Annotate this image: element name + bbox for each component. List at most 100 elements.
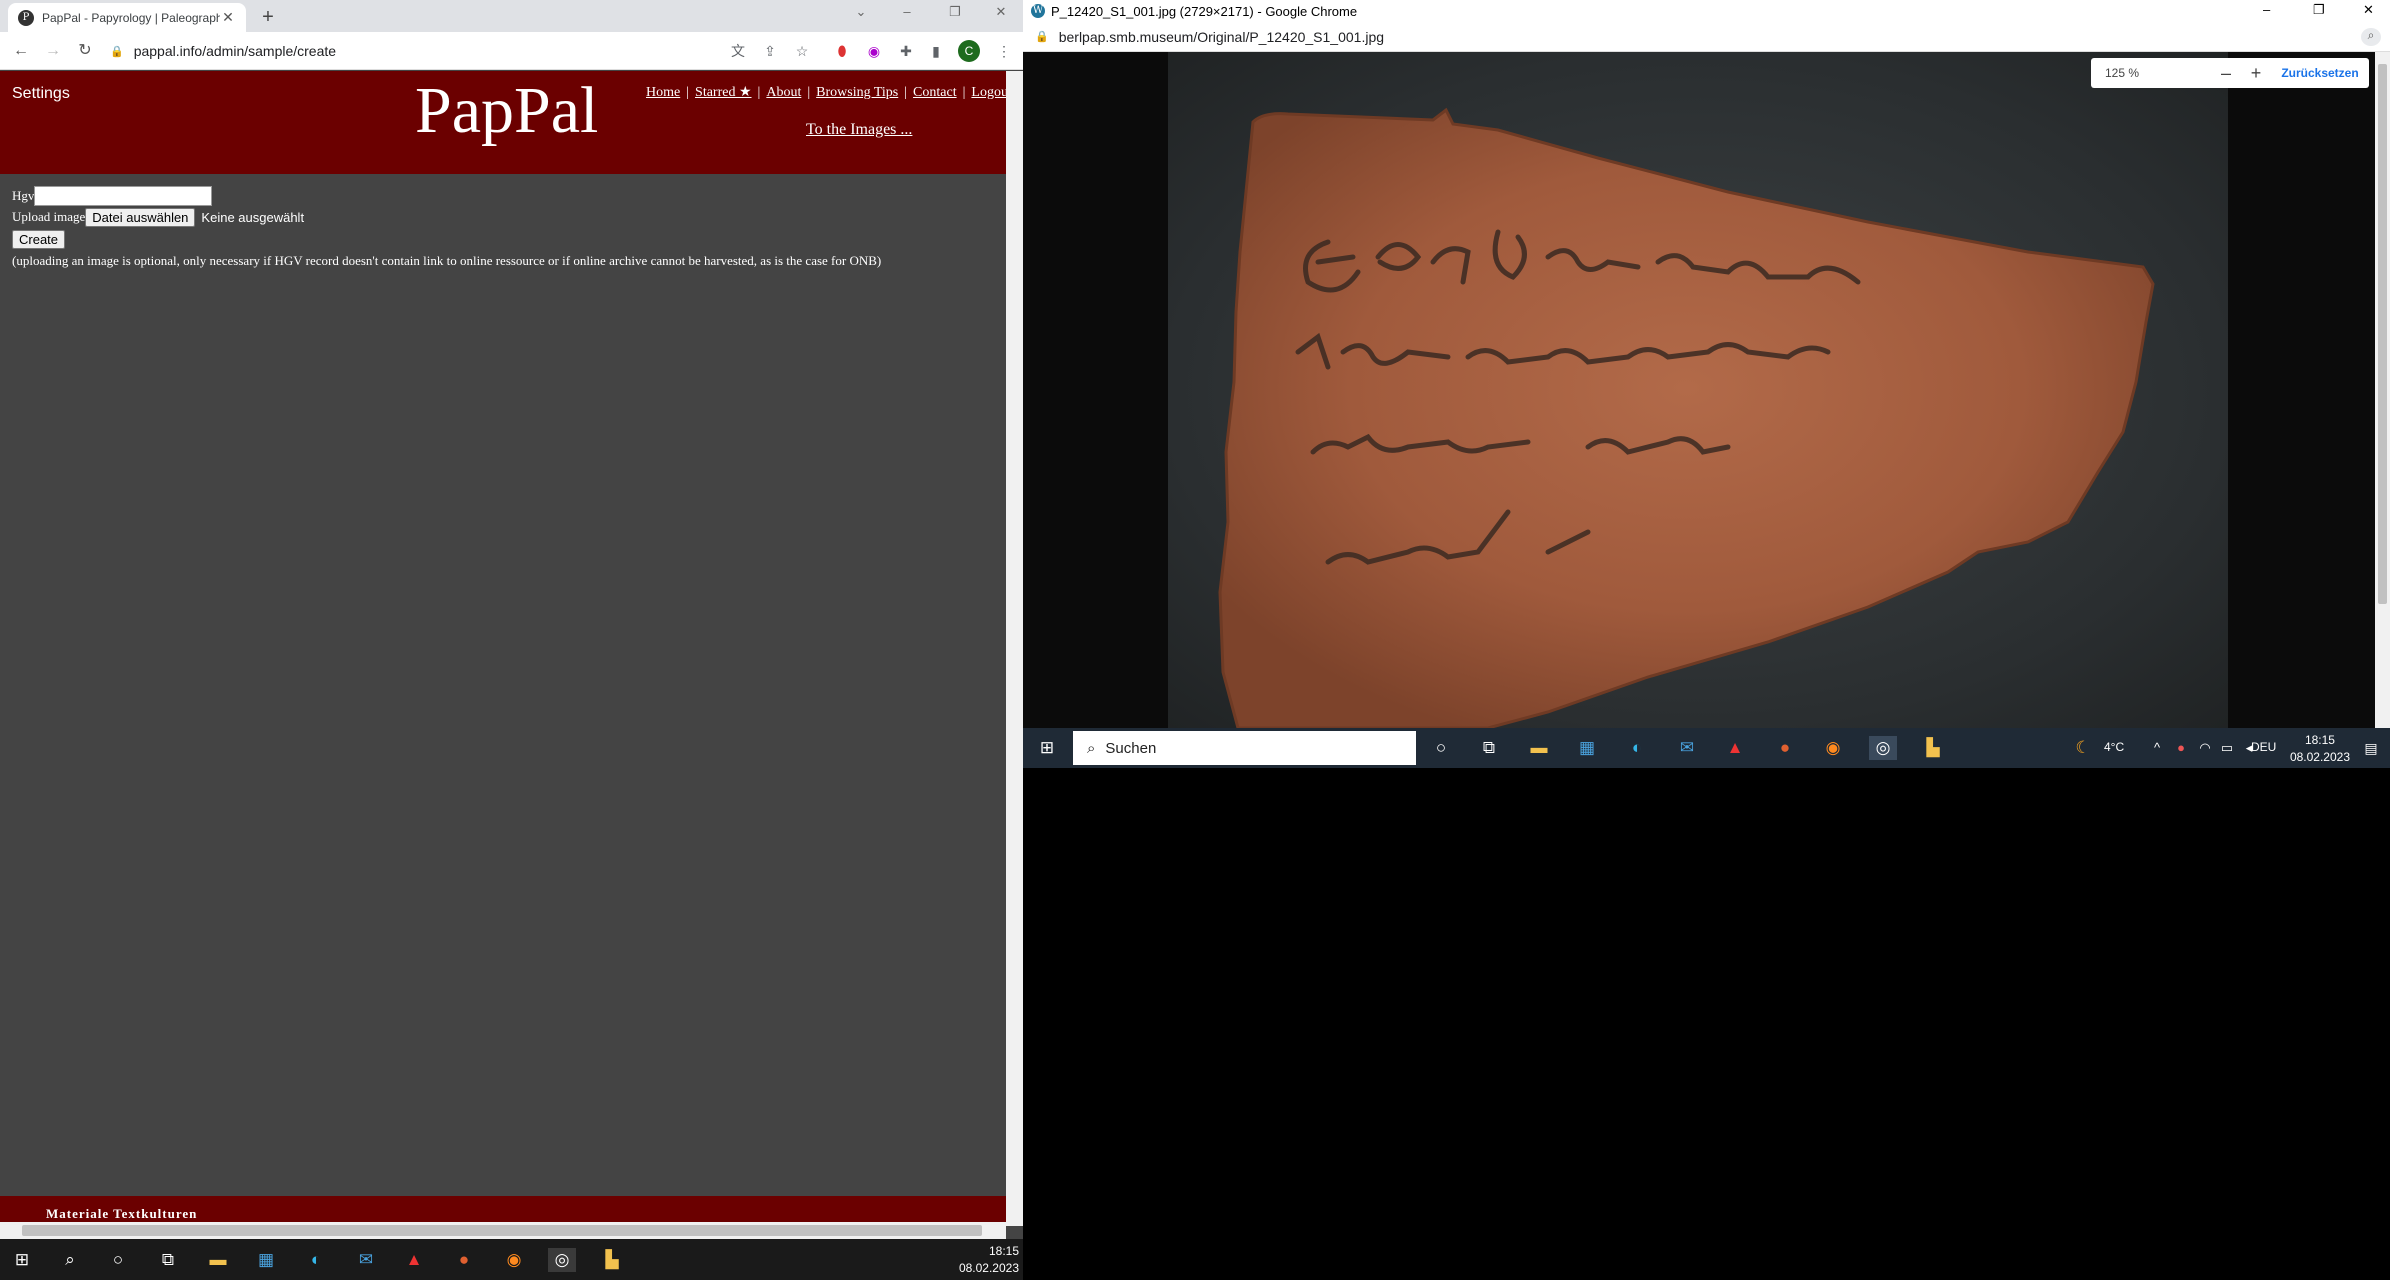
clock[interactable]: 18:15 08.02.2023: [959, 1243, 1019, 1277]
reset-zoom-button[interactable]: Zurücksetzen: [2271, 66, 2369, 80]
create-button[interactable]: Create: [12, 229, 66, 249]
menu-kebab-icon[interactable]: ⋮: [994, 41, 1014, 61]
horizontal-scrollbar[interactable]: [0, 1222, 1006, 1239]
address-bar[interactable]: 🔒 pappal.info/admin/sample/create: [110, 37, 710, 65]
powerpoint-icon[interactable]: ●: [450, 1248, 478, 1272]
restore-icon[interactable]: ❐: [944, 4, 966, 20]
minimize-icon[interactable]: –: [2263, 2, 2270, 17]
weather-moon-icon[interactable]: ☾: [2069, 736, 2097, 760]
language-indicator[interactable]: DEU: [2251, 740, 2276, 754]
side-panel-icon[interactable]: ▮: [926, 41, 946, 61]
nav-logout[interactable]: Logou: [971, 85, 1008, 100]
clock-date: 08.02.2023: [2289, 750, 2350, 764]
minimize-icon[interactable]: –: [896, 4, 918, 19]
search-icon[interactable]: ⌕: [56, 1248, 84, 1272]
translate-icon[interactable]: 文: [728, 41, 748, 61]
edge-icon[interactable]: ◐: [1623, 736, 1651, 760]
back-icon[interactable]: ←: [10, 40, 32, 62]
to-images-link[interactable]: To the Images ...: [806, 121, 912, 139]
lock-icon: 🔒: [1035, 31, 1049, 43]
nav-starred[interactable]: Starred ★: [695, 85, 751, 100]
profile-avatar[interactable]: C: [958, 40, 980, 62]
choose-file-button[interactable]: Datei auswählen: [85, 207, 196, 227]
forward-icon[interactable]: →: [42, 40, 64, 62]
settings-link[interactable]: Settings: [12, 85, 70, 103]
zoom-out-button[interactable]: –: [2211, 63, 2241, 84]
site-logo[interactable]: PapPal: [415, 73, 598, 149]
file-explorer-icon[interactable]: ▬: [204, 1248, 232, 1272]
lock-icon: 🔒: [110, 45, 124, 58]
task-view-icon[interactable]: ⧉: [154, 1248, 182, 1272]
sticky-app-icon[interactable]: ▙: [1919, 736, 1947, 760]
window-title-bar: W P_12420_S1_001.jpg (2729×2171) - Googl…: [1023, 0, 2390, 22]
nav-contact[interactable]: Contact: [913, 85, 957, 100]
clock-date: 08.02.2023: [958, 1261, 1019, 1275]
ostracon-photo: [1168, 52, 2228, 728]
left-browser-window: P PapPal - Papyrology | Paleograph ✕ + ⌄…: [0, 0, 1023, 1280]
nav-home[interactable]: Home: [646, 85, 680, 100]
taskbar-right: ⊞ ⌕ Suchen ○ ⧉ ▬ ▦ ◐ ✉ ▲ ● ◉ ◎ ▙ ☾ 4°C ^…: [1023, 728, 2390, 768]
tab-pappal[interactable]: P PapPal - Papyrology | Paleograph ✕: [8, 3, 246, 32]
zoom-magnifier-icon[interactable]: ⌕: [2361, 28, 2381, 46]
windows-start-icon[interactable]: ⊞: [8, 1248, 36, 1272]
vertical-scrollbar[interactable]: [1006, 71, 1023, 1226]
image-viewer: 125 % – + Zurücksetzen: [1023, 52, 2375, 728]
site-header: Settings PapPal Home | Starred ★ | About | Bro…: [0, 71, 1008, 174]
search-icon: ⌕: [1087, 739, 1096, 757]
address-text: pappal.info/admin/sample/create: [133, 43, 337, 59]
horizontal-scroll-thumb[interactable]: [22, 1225, 982, 1236]
address-bar[interactable]: 🔒 berlpap.smb.museum/Original/P_12420_S1…: [1023, 22, 2390, 52]
nav-about[interactable]: About: [766, 85, 801, 100]
reload-icon[interactable]: ↻: [74, 40, 96, 62]
vertical-scrollbar[interactable]: [2375, 52, 2390, 728]
sticky-app-icon[interactable]: ▙: [598, 1248, 626, 1272]
edge-icon[interactable]: ◐: [302, 1248, 330, 1272]
extension-icon[interactable]: ⬮: [832, 41, 852, 61]
close-tab-icon[interactable]: ✕: [220, 9, 236, 26]
acrobat-icon[interactable]: ▲: [1721, 736, 1749, 760]
pappal-favicon-icon: P: [18, 9, 34, 26]
new-tab-button[interactable]: +: [254, 5, 282, 29]
hgv-label: Hgv: [12, 188, 35, 203]
nav-browsing-tips[interactable]: Browsing Tips: [816, 85, 898, 100]
address-text: berlpap.smb.museum/Original/P_12420_S1_0…: [1058, 28, 1385, 45]
task-view-icon[interactable]: ⧉: [1475, 736, 1503, 760]
right-browser-window: W P_12420_S1_001.jpg (2729×2171) - Googl…: [1023, 0, 2390, 768]
tab-search-icon[interactable]: ⌄: [850, 4, 872, 20]
cortana-icon[interactable]: ○: [104, 1248, 132, 1272]
mail-icon[interactable]: ✉: [1673, 736, 1701, 760]
notification-icon[interactable]: ▤: [2357, 736, 2385, 760]
ostracon-image: [1218, 107, 2155, 728]
restore-icon[interactable]: ❐: [2313, 2, 2325, 18]
chrome-icon[interactable]: ◎: [548, 1248, 576, 1272]
firefox-icon[interactable]: ◉: [1819, 736, 1847, 760]
clock[interactable]: 18:15 08.02.2023: [2290, 732, 2350, 766]
cortana-icon[interactable]: ○: [1427, 736, 1455, 760]
create-sample-form: Hgv Upload image Datei auswählen Keine a…: [12, 186, 881, 269]
taskbar-left: ⊞ ⌕ ○ ⧉ ▬ ▦ ◐ ✉ ▲ ● ◉ ◎ ▙ 18:15 08.02.20…: [0, 1239, 1023, 1280]
zoom-toolbar: 125 % – + Zurücksetzen: [2091, 58, 2369, 88]
close-window-icon[interactable]: ✕: [2363, 2, 2374, 18]
firefox-icon[interactable]: ◉: [500, 1248, 528, 1272]
wordpress-favicon-icon: W: [1031, 4, 1045, 18]
extension-purple-icon[interactable]: ◉: [864, 41, 884, 61]
zoom-in-button[interactable]: +: [2241, 63, 2271, 84]
store-icon[interactable]: ▦: [1573, 736, 1601, 760]
clock-time: 18:15: [988, 1244, 1019, 1258]
site-footer: Materiale Textkulturen: [0, 1196, 1006, 1222]
acrobat-icon[interactable]: ▲: [400, 1248, 428, 1272]
share-icon[interactable]: ⇪: [760, 41, 780, 61]
bookmark-star-icon[interactable]: ☆: [792, 41, 812, 61]
file-explorer-icon[interactable]: ▬: [1525, 736, 1553, 760]
close-window-icon[interactable]: ✕: [990, 4, 1012, 20]
taskbar-search[interactable]: ⌕ Suchen: [1073, 731, 1416, 765]
vertical-scroll-thumb[interactable]: [2378, 64, 2387, 604]
powerpoint-icon[interactable]: ●: [1771, 736, 1799, 760]
store-icon[interactable]: ▦: [252, 1248, 280, 1272]
windows-start-icon[interactable]: ⊞: [1033, 736, 1061, 760]
mail-icon[interactable]: ✉: [352, 1248, 380, 1272]
hgv-input[interactable]: [34, 186, 213, 206]
chrome-icon[interactable]: ◎: [1869, 736, 1897, 760]
extensions-puzzle-icon[interactable]: ✚: [896, 41, 916, 61]
top-nav: Home | Starred ★ | About | Browsing Tips | Conta…: [646, 85, 1008, 100]
